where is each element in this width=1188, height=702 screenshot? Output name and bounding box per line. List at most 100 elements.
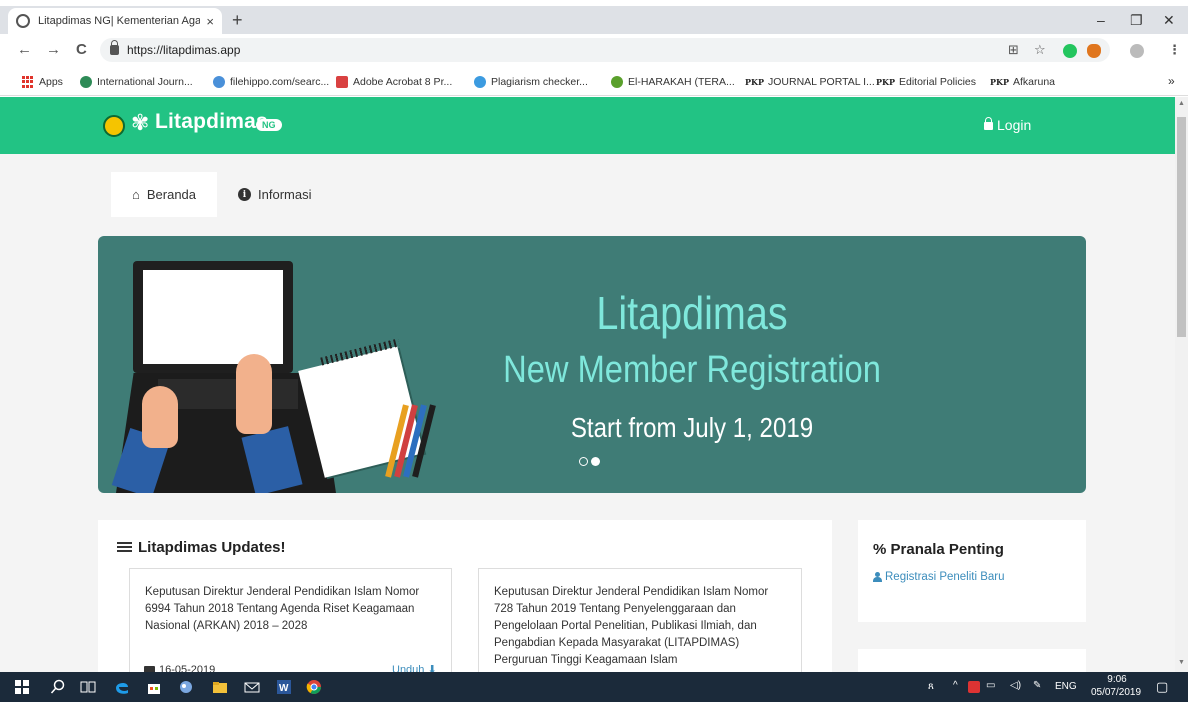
updates-title: Litapdimas Updates! [117, 539, 286, 556]
site-header: ✾ Litapdimas NG Login [0, 97, 1175, 154]
bookmark-international-journal[interactable]: International Journ... [80, 76, 193, 88]
bookmark-label: Editorial Policies [898, 76, 977, 88]
extension-icon[interactable] [1087, 44, 1101, 58]
notifications-icon[interactable]: ▢ [1156, 679, 1168, 695]
browser-tab-bar: Litapdimas NG| Kementerian Aga × + – ❐ ✕ [0, 6, 1188, 34]
hero-banner[interactable]: Litapdimas New Member Registration Start… [98, 236, 1086, 493]
list-icon [117, 541, 132, 554]
restore-button[interactable]: ❐ [1130, 12, 1143, 29]
translate-icon[interactable]: ⊞ [1008, 42, 1019, 58]
chrome-icon[interactable] [306, 679, 322, 695]
file-explorer-icon[interactable] [212, 679, 228, 695]
lock-icon [984, 117, 993, 130]
app-icon[interactable] [178, 679, 194, 695]
registrasi-peneliti-link[interactable]: Registrasi Peneliti Baru [873, 571, 1005, 583]
bookmark-label: Adobe Acrobat 8 Pr... [353, 76, 453, 88]
tab-close-icon[interactable]: × [206, 14, 214, 29]
search-icon[interactable] [50, 679, 66, 695]
edge-browser-icon[interactable] [114, 679, 130, 695]
pkp-icon: PKP [876, 77, 895, 87]
site-brand[interactable]: Litapdimas [155, 110, 268, 134]
close-window-button[interactable]: ✕ [1163, 12, 1175, 29]
news-text: Keputusan Direktur Jenderal Pendidikan I… [145, 586, 420, 632]
windows-start-icon[interactable] [14, 679, 30, 695]
plagiarism-icon [474, 76, 486, 88]
login-label: Login [997, 117, 1032, 133]
new-tab-button[interactable]: + [232, 11, 243, 29]
profile-avatar-icon[interactable] [1130, 44, 1144, 58]
harakah-icon [611, 76, 623, 88]
news-item[interactable]: Keputusan Direktur Jenderal Pendidikan I… [129, 568, 452, 672]
network-icon[interactable]: ▭ [986, 680, 995, 691]
store-icon[interactable] [146, 679, 162, 695]
bookmark-editorial-policies[interactable]: PKP Editorial Policies [876, 76, 976, 88]
login-link[interactable]: Login [984, 117, 1031, 133]
clock-time[interactable]: 9:06 [1097, 674, 1137, 685]
address-bar[interactable]: https://litapdimas.app [100, 38, 1110, 62]
page-scrollbar[interactable]: ▲ ▼ [1175, 97, 1188, 672]
clock-date[interactable]: 05/07/2019 [1087, 687, 1145, 698]
bookmark-star-icon[interactable]: ☆ [1034, 42, 1046, 58]
banner-subtitle: New Member Registration [503, 349, 881, 391]
web-page: ✾ Litapdimas NG Login ⌂ Beranda i Inform… [0, 97, 1175, 672]
bookmark-label: International Journ... [97, 76, 193, 88]
bookmarks-overflow-button[interactable]: » [1168, 74, 1175, 88]
grammarly-extension-icon[interactable] [1063, 44, 1077, 58]
bookmark-journal-portal[interactable]: PKP JOURNAL PORTAL I... [745, 76, 875, 88]
pen-icon[interactable]: ✎ [1033, 680, 1041, 691]
carousel-dot-1[interactable] [579, 457, 588, 466]
bookmark-label: JOURNAL PORTAL I... [767, 76, 875, 88]
info-icon: i [238, 188, 252, 201]
filehippo-icon [213, 76, 225, 88]
lock-icon [110, 40, 119, 55]
pranala-card: % Pranala Penting Registrasi Peneliti Ba… [858, 520, 1086, 622]
nav-tab-beranda[interactable]: ⌂ Beranda [111, 172, 218, 217]
nav-tab-informasi[interactable]: i Informasi [217, 172, 332, 217]
site-nav: ⌂ Beranda i Informasi [111, 172, 332, 217]
tray-app-icon[interactable] [968, 681, 980, 693]
news-item[interactable]: Keputusan Direktur Jenderal Pendidikan I… [478, 568, 802, 672]
volume-icon[interactable]: ◁) [1010, 680, 1021, 691]
pranala-title: % Pranala Penting [873, 541, 1004, 558]
bookmark-plagiarism-checker[interactable]: Plagiarism checker... [474, 76, 588, 88]
forward-button[interactable]: → [46, 42, 61, 58]
browser-tab[interactable]: Litapdimas NG| Kementerian Aga × [8, 8, 222, 34]
banner-title: Litapdimas [596, 287, 788, 339]
browser-menu-icon[interactable]: ⋮ [1168, 42, 1181, 58]
tray-expand-icon[interactable]: ^ [953, 680, 958, 691]
bookmark-label: filehippo.com/searc... [230, 76, 330, 88]
link-icon: % [873, 541, 887, 558]
word-icon[interactable]: W [276, 679, 292, 695]
carousel-indicators [579, 457, 600, 466]
scroll-thumb[interactable] [1177, 117, 1186, 337]
windows-taskbar: W ጸ ^ ▭ ◁) ✎ ENG 9:06 05/07/2019 ▢ [0, 672, 1188, 702]
people-icon[interactable]: ጸ [928, 681, 934, 692]
news-text: Keputusan Direktur Jenderal Pendidikan I… [494, 586, 769, 666]
minimize-button[interactable]: – [1097, 12, 1105, 28]
language-indicator[interactable]: ENG [1055, 681, 1077, 692]
back-button[interactable]: ← [17, 42, 32, 58]
news-date: 16-05-2019 [144, 662, 215, 672]
nav-label: Informasi [258, 187, 312, 202]
laptop-keyboard [158, 379, 298, 409]
bookmark-el-harakah[interactable]: El-HARAKAH (TERA... [611, 76, 735, 88]
site-favicon-icon [16, 14, 30, 28]
apps-grid-icon [22, 76, 34, 88]
scroll-up-arrow-icon[interactable]: ▲ [1178, 100, 1185, 107]
carousel-dot-2[interactable] [591, 457, 600, 466]
task-view-icon[interactable] [80, 679, 96, 695]
right-hand [236, 354, 272, 434]
reload-button[interactable]: C [76, 42, 87, 58]
download-link[interactable]: Unduh ⬇ [392, 662, 437, 672]
left-hand [142, 386, 178, 448]
bookmarks-bar: Apps International Journ... filehippo.co… [0, 66, 1188, 96]
bookmark-label: Plagiarism checker... [491, 76, 588, 88]
scroll-down-arrow-icon[interactable]: ▼ [1178, 659, 1185, 666]
updates-title-text: Litapdimas Updates! [138, 539, 286, 556]
updates-card: Litapdimas Updates! Keputusan Direktur J… [98, 520, 832, 672]
bookmark-afkaruna[interactable]: PKP Afkaruna [990, 76, 1055, 88]
bookmark-adobe-acrobat[interactable]: Adobe Acrobat 8 Pr... [336, 76, 452, 88]
bookmark-apps[interactable]: Apps [22, 76, 63, 88]
bookmark-filehippo[interactable]: filehippo.com/searc... [213, 76, 329, 88]
mail-icon[interactable] [244, 679, 260, 695]
